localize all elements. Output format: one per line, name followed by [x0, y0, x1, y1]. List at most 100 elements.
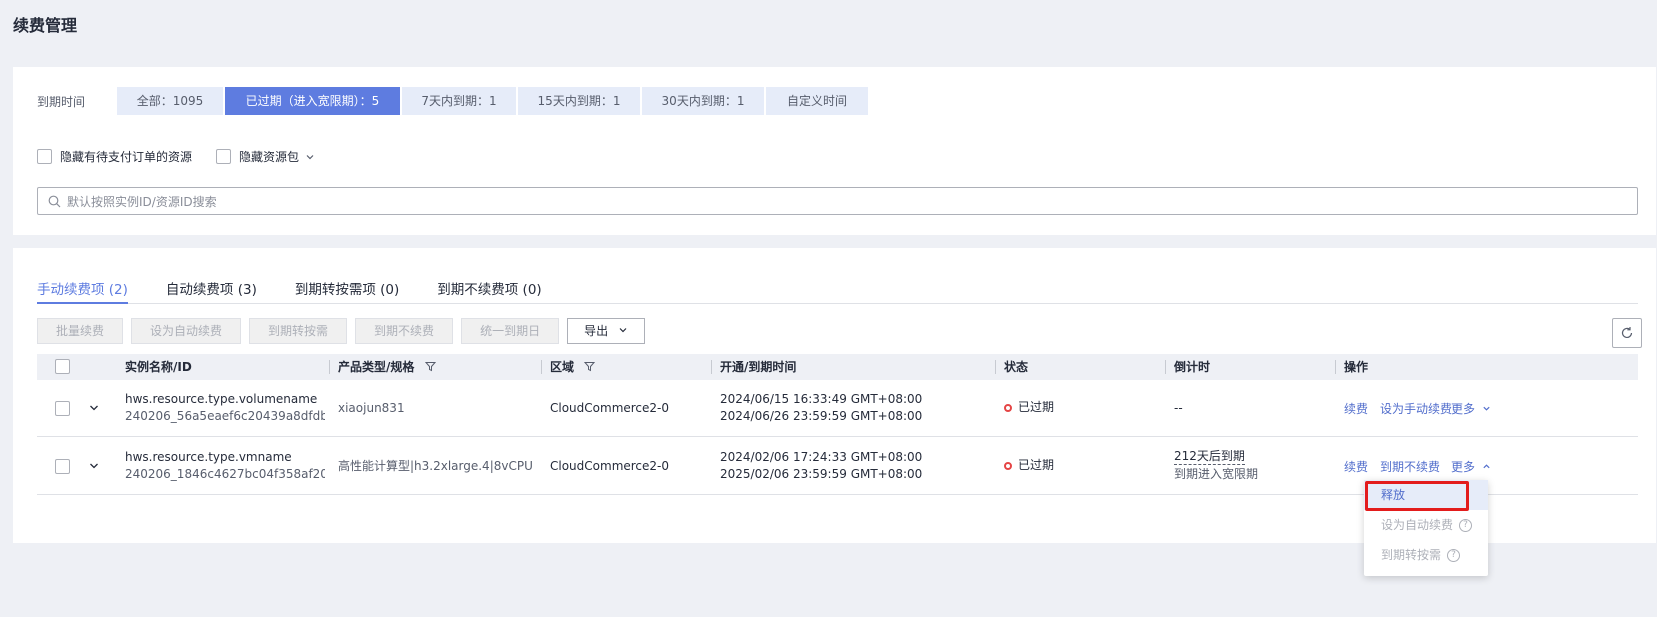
chevron-up-icon — [1483, 464, 1490, 469]
refresh-button[interactable] — [1612, 318, 1642, 348]
status-text: 已过期 — [1018, 400, 1055, 414]
col-status-label: 状态 — [1004, 360, 1029, 374]
hide-package-checkbox[interactable] — [216, 149, 232, 164]
set-auto-renew-menu-item[interactable]: 设为自动续费? — [1364, 510, 1488, 540]
more-dropdown-menu: 释放 设为自动续费? 到期转按需? — [1364, 480, 1488, 576]
tab-manual-renewal[interactable]: 手动续费项 (2) — [37, 266, 128, 304]
segment-expired[interactable]: 已过期（进入宽限期）：5 — [225, 87, 400, 115]
tab-auto-renewal[interactable]: 自动续费项 (3) — [166, 266, 257, 303]
region: CloudCommerce2-0 — [550, 459, 670, 473]
table-row: hws.resource.type.volumename 240206_56a5… — [37, 380, 1638, 437]
expire-time: 2025/02/06 23:59:59 GMT+08:00 — [720, 467, 923, 481]
to-ondemand-button[interactable]: 到期转按需 — [249, 318, 348, 344]
release-label: 释放 — [1381, 488, 1406, 502]
refresh-icon — [1621, 327, 1633, 339]
set-auto-renew-button[interactable]: 设为自动续费 — [131, 318, 242, 344]
chevron-down-icon — [1483, 406, 1490, 411]
filter-panel: 到期时间 全部：1095 已过期（进入宽限期）：5 7天内到期：1 15天内到期… — [13, 67, 1656, 235]
col-region-label: 区域 — [550, 360, 575, 374]
col-time: 开通/到期时间 — [711, 354, 797, 380]
filter-icon[interactable] — [584, 361, 596, 372]
col-region: 区域 — [541, 354, 596, 380]
chevron-down-icon — [619, 328, 627, 333]
batch-renew-button[interactable]: 批量续费 — [37, 318, 124, 344]
more-menu[interactable]: 更多 — [1451, 401, 1491, 418]
expired-status-icon — [1004, 461, 1012, 470]
instance-id: 240206_1846c4627bc04f358af2088... — [125, 467, 325, 481]
countdown-note: 到期进入宽限期 — [1174, 467, 1259, 481]
expired-status-icon — [1004, 403, 1012, 412]
open-time: 2024/06/15 16:33:49 GMT+08:00 — [720, 392, 923, 406]
col-ops-label: 操作 — [1344, 360, 1369, 374]
search-icon — [48, 195, 61, 207]
hide-pending-label: 隐藏有待支付订单的资源 — [60, 150, 193, 164]
expiry-filter-label: 到期时间 — [37, 94, 86, 109]
instance-id: 240206_56a5eaef6c20439a8dfdbd... — [125, 409, 325, 423]
no-renew-link[interactable]: 到期不续费 — [1380, 459, 1440, 476]
renewal-tabs: 手动续费项 (2) 自动续费项 (3) 到期转按需项 (0) 到期不续费项 (0… — [37, 266, 1638, 304]
help-icon[interactable]: ? — [1447, 548, 1461, 562]
status: 已过期 — [1004, 399, 1054, 416]
chevron-down-icon[interactable] — [305, 152, 315, 162]
batch-toolbar: 批量续费 设为自动续费 到期转按需 到期不续费 统一到期日 导出 — [37, 318, 653, 344]
col-time-label: 开通/到期时间 — [720, 360, 797, 374]
col-product: 产品类型/规格 — [329, 354, 436, 380]
hide-package-label: 隐藏资源包 — [239, 150, 300, 164]
col-name: 实例名称/ID — [125, 354, 192, 380]
col-ops: 操作 — [1335, 354, 1369, 380]
filter-icon[interactable] — [424, 361, 436, 372]
more-menu[interactable]: 更多 — [1451, 459, 1491, 476]
segment-all[interactable]: 全部：1095 — [117, 87, 223, 115]
export-label: 导出 — [584, 324, 609, 338]
region: CloudCommerce2-0 — [550, 401, 670, 415]
product-spec: xiaojun831 — [338, 401, 405, 415]
col-product-label: 产品类型/规格 — [338, 360, 415, 374]
row-checkbox[interactable] — [55, 459, 70, 474]
tab-no-renewal[interactable]: 到期不续费项 (0) — [437, 266, 541, 303]
to-ondemand-label: 到期转按需 — [1381, 548, 1442, 562]
page-title: 续费管理 — [13, 16, 78, 35]
col-countdown: 倒计时 — [1165, 354, 1211, 380]
renew-link[interactable]: 续费 — [1344, 459, 1368, 476]
expiry-filter: 到期时间 全部：1095 已过期（进入宽限期）：5 7天内到期：1 15天内到期… — [37, 87, 870, 115]
segment-custom-time[interactable]: 自定义时间 — [766, 87, 868, 115]
renew-link[interactable]: 续费 — [1344, 401, 1368, 418]
countdown: -- — [1174, 401, 1183, 415]
tab-to-ondemand[interactable]: 到期转按需项 (0) — [295, 266, 399, 303]
more-label: 更多 — [1451, 402, 1476, 416]
open-time: 2024/02/06 17:24:33 GMT+08:00 — [720, 450, 923, 464]
set-auto-renew-label: 设为自动续费 — [1381, 518, 1454, 532]
select-all-checkbox[interactable] — [55, 359, 70, 374]
col-name-label: 实例名称/ID — [125, 360, 192, 374]
hide-pending-option[interactable]: 隐藏有待支付订单的资源 — [37, 148, 192, 165]
row-checkbox[interactable] — [55, 401, 70, 416]
status: 已过期 — [1004, 457, 1054, 474]
release-menu-item[interactable]: 释放 — [1364, 480, 1488, 510]
col-countdown-label: 倒计时 — [1174, 360, 1211, 374]
help-icon[interactable]: ? — [1459, 518, 1473, 532]
instance-name: hws.resource.type.vmname — [125, 450, 292, 464]
segment-30days[interactable]: 30天内到期：1 — [642, 87, 764, 115]
unify-expiry-button[interactable]: 统一到期日 — [461, 318, 560, 344]
hide-package-option[interactable]: 隐藏资源包 — [216, 148, 315, 165]
export-button[interactable]: 导出 — [567, 318, 645, 344]
product-spec: 高性能计算型|h3.2xlarge.4|8vCPUs|... — [338, 459, 533, 473]
col-status: 状态 — [995, 354, 1029, 380]
set-manual-renew-link[interactable]: 设为手动续费 — [1380, 401, 1452, 418]
status-text: 已过期 — [1018, 458, 1055, 472]
filter-checkboxes: 隐藏有待支付订单的资源 隐藏资源包 — [37, 148, 339, 165]
expand-row-icon[interactable] — [89, 461, 99, 471]
countdown[interactable]: 212天后到期 — [1174, 449, 1245, 465]
hide-pending-checkbox[interactable] — [37, 149, 52, 164]
instance-name: hws.resource.type.volumename — [125, 392, 318, 406]
no-renew-button[interactable]: 到期不续费 — [355, 318, 454, 344]
segment-7days[interactable]: 7天内到期：1 — [402, 87, 516, 115]
search-placeholder: 默认按照实例ID/资源ID搜索 — [67, 194, 217, 209]
to-ondemand-menu-item[interactable]: 到期转按需? — [1364, 540, 1488, 570]
table-header: 实例名称/ID 产品类型/规格 区域 开通/到期时间 状态 倒计时 操作 — [37, 354, 1638, 380]
expand-row-icon[interactable] — [89, 403, 99, 413]
search-input[interactable]: 默认按照实例ID/资源ID搜索 — [37, 187, 1638, 215]
more-label: 更多 — [1451, 460, 1476, 474]
expire-time: 2024/06/26 23:59:59 GMT+08:00 — [720, 409, 923, 423]
segment-15days[interactable]: 15天内到期：1 — [518, 87, 640, 115]
